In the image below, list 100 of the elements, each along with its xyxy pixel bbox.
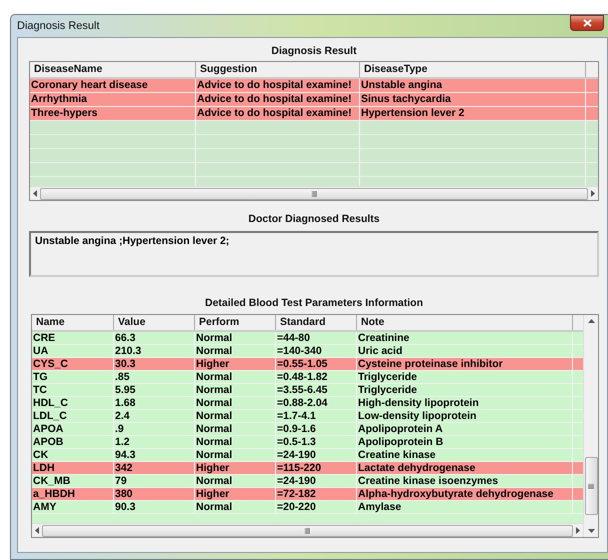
table-row[interactable]: CRE 66.3 Normal =44-80 Creatinine [32,332,583,345]
table-cell: Higher [195,462,276,474]
table-cell: 94.3 [114,449,195,461]
table-cell: HDL_C [32,397,114,409]
table-row[interactable]: TG .85 Normal =0.48-1.82 Triglyceride [32,371,583,384]
column-header[interactable]: Note [357,315,573,330]
table-cell: Amylase [357,501,573,513]
table-cell: Three-hypers [30,107,196,120]
table-cell: Uric acid [357,345,573,357]
table-cell: CK_MB [32,475,114,487]
close-icon [582,19,592,27]
scroll-left-icon[interactable] [35,527,40,534]
table-row[interactable]: AMY 90.3 Normal =20-220 Amylase [32,501,583,514]
scroll-right-icon[interactable] [575,527,580,534]
table-cell: 1.2 [114,436,195,448]
table-cell: 2.4 [114,410,195,422]
table-row[interactable]: CK 94.3 Normal =24-190 Creatine kinase [32,449,583,462]
table-cell: Apolipoprotein B [357,436,573,448]
text-area[interactable]: Unstable angina ;Hypertension lever 2; [29,231,599,277]
table-row[interactable]: LDL_C 2.4 Normal =1.7-4.1 Low-density lipoprotein [32,410,583,423]
table-row[interactable]: APOA .9 Normal =0.9-1.6 Apolipoprotein A [32,423,583,436]
table-cell: =140-340 [276,345,357,357]
table-cell: Higher [195,358,276,370]
table-cell: Higher [195,488,276,500]
table-cell: TG [32,371,114,383]
table-cell: 380 [114,488,195,500]
table-cell: Triglyceride [357,384,573,396]
column-header[interactable]: Value [114,315,195,330]
table-cell: Creatine kinase isoenzymes [357,475,573,487]
table-row[interactable]: Coronary heart disease Advice to do hospital examine! Unstable angina [30,79,598,93]
scroll-up-icon[interactable] [588,318,594,323]
table-cell: =115-220 [276,462,357,474]
table-cell: Low-density lipoprotein [357,410,573,422]
table-cell: .9 [114,423,195,435]
table-cell: Sinus tachycardia [360,93,586,106]
table-row[interactable]: a_HBDH 380 Higher =72-182 Alpha-hydroxybutyrate dehydrogenase [32,488,583,501]
table-cell: 210.3 [114,345,195,357]
table-cell: Normal [195,332,276,344]
scroll-right-icon[interactable] [590,190,595,197]
table-cell: Arrhythmia [30,93,196,106]
table-cell: Alpha-hydroxybutyrate dehydrogenase [357,488,573,500]
table-cell: Normal [195,410,276,422]
table-cell: =24-190 [276,449,357,461]
column-header[interactable]: DiseaseName [30,62,196,77]
table-row[interactable]: LDH 342 Higher =115-220 Lactate dehydrogenase [32,462,583,475]
table-cell: =24-190 [276,475,357,487]
table-cell: =44-80 [276,332,357,344]
table-cell: 66.3 [114,332,195,344]
close-button[interactable] [570,15,604,31]
table-cell: =0.9-1.6 [276,423,357,435]
table-cell: Lactate dehydrogenase [357,462,573,474]
table-cell: Cysteine proteinase inhibitor [357,358,573,370]
table-cell: High-density lipoprotein [357,397,573,409]
table-cell: Normal [195,397,276,409]
table-cell: Normal [195,436,276,448]
scroll-down-icon[interactable] [588,529,594,534]
table-row[interactable]: CK_MB 79 Normal =24-190 Creatine kinase isoenzymes [32,475,583,488]
table-cell: UA [32,345,114,357]
table-cell: CYS_C [32,358,114,370]
table-row[interactable]: CYS_C 30.3 Higher =0.55-1.05 Cysteine proteinase inhibitor [32,358,583,371]
table-cell: Normal [195,501,276,513]
table-cell: =3.55-6.45 [276,384,357,396]
table-cell: CRE [32,332,114,344]
table-cell: =0.48-1.82 [276,371,357,383]
table-cell: APOB [32,436,114,448]
vertical-scrollbar[interactable] [583,315,598,537]
table-cell: Normal [195,475,276,487]
table-cell: 5.95 [114,384,195,396]
column-header[interactable]: Standard [276,315,357,330]
table-row[interactable]: Arrhythmia Advice to do hospital examine! Sinus tachycardia [30,93,598,107]
table-cell: Normal [195,449,276,461]
table-cell: Unstable angina [360,79,586,92]
table-cell: TC [32,384,114,396]
table-cell: Normal [195,371,276,383]
table-cell: Normal [195,345,276,357]
table-row[interactable]: TC 5.95 Normal =3.55-6.45 Triglyceride [32,384,583,397]
scroll-left-icon[interactable] [33,190,38,197]
table-cell: =0.5-1.3 [276,436,357,448]
column-header[interactable]: DiseaseType [360,62,586,77]
table-cell: Normal [195,423,276,435]
table-cell: CK [32,449,114,461]
column-header[interactable]: Suggestion [196,62,360,77]
table-cell: 79 [114,475,195,487]
table-cell: Advice to do hospital examine! [196,107,360,120]
section-heading: Detailed Blood Test Parameters Information [204,297,424,309]
table-cell: Advice to do hospital examine! [196,93,360,106]
table-cell: =0.88-2.04 [276,397,357,409]
table-row[interactable]: UA 210.3 Normal =140-340 Uric acid [32,345,583,358]
table-row[interactable]: HDL_C 1.68 Normal =0.88-2.04 High-density lipoprotein [32,397,583,410]
table-cell: Advice to do hospital examine! [196,79,360,92]
table-cell: Normal [195,384,276,396]
table-row[interactable]: Three-hypers Advice to do hospital examine! Hypertension lever 2 [30,107,598,121]
table-row[interactable]: APOB 1.2 Normal =0.5-1.3 Apolipoprotein B [32,436,583,449]
column-header[interactable]: Perform [195,315,276,330]
table-cell: =1.7-4.1 [276,410,357,422]
table-cell: Triglyceride [357,371,573,383]
column-header[interactable]: Name [32,315,114,330]
table-cell: 30.3 [114,358,195,370]
window-title: Diagnosis Result [17,20,100,32]
table-cell: 1.68 [114,397,195,409]
